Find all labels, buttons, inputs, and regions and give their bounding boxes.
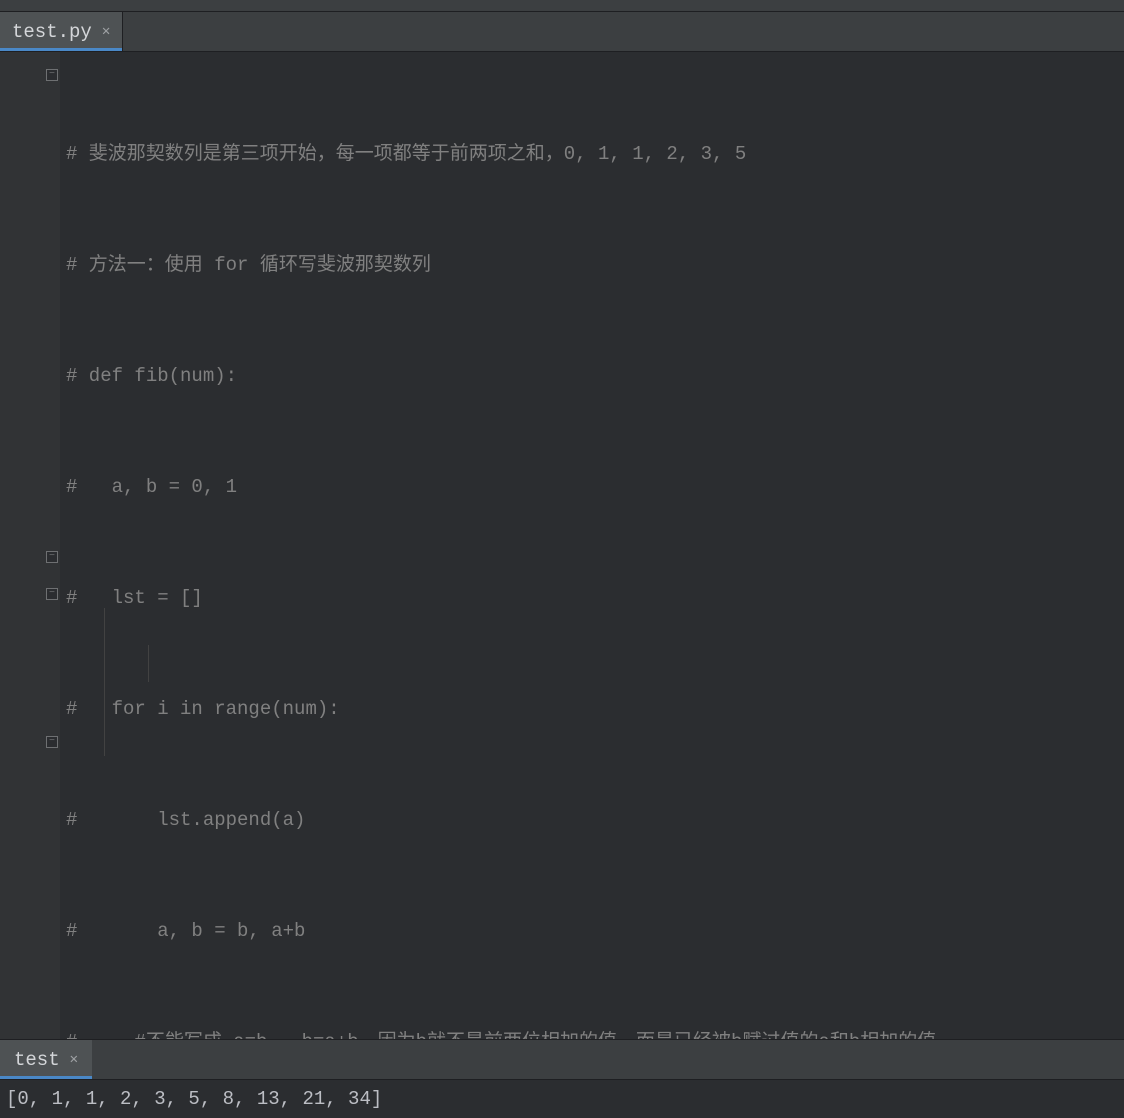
code-line: # 斐波那契数列是第三项开始，每一项都等于前两项之和，0, 1, 1, 2, 3… [66,136,1118,173]
code-line: # lst.append(a) [66,802,1118,839]
toolbar-spacer [0,0,1124,12]
fold-marker-icon[interactable]: − [46,736,58,748]
code-line: # 方法一：使用 for 循环写斐波那契数列 [66,247,1118,284]
fold-marker-icon[interactable]: − [46,588,58,600]
gutter[interactable]: − − − − [0,52,60,1039]
file-tab-label: test.py [12,21,92,43]
code-line: # a, b = 0, 1 [66,469,1118,506]
editor-tabs: test.py ✕ [0,12,1124,52]
editor-area: − − − − # 斐波那契数列是第三项开始，每一项都等于前两项之和，0, 1,… [0,52,1124,1039]
indent-guide [148,645,149,682]
code-line: # for i in range(num): [66,691,1118,728]
console-output[interactable]: [0, 1, 1, 2, 3, 5, 8, 13, 21, 34] [0,1080,1124,1118]
console-tabs: test ✕ [0,1040,1124,1080]
fold-marker-icon[interactable]: − [46,69,58,81]
console-tab-label: test [14,1049,60,1071]
indent-guide [104,608,105,756]
close-icon[interactable]: ✕ [102,23,110,40]
close-icon[interactable]: ✕ [70,1051,78,1068]
console-tab-test[interactable]: test ✕ [0,1040,92,1079]
code-line: # def fib(num): [66,358,1118,395]
code-line: # #不能写成 a=b b=a+b，因为b就不是前两位相加的值，而是已经被b赋过… [66,1024,1118,1039]
fold-marker-icon[interactable]: − [46,551,58,563]
file-tab-test-py[interactable]: test.py ✕ [0,12,123,51]
code-area[interactable]: # 斐波那契数列是第三项开始，每一项都等于前两项之和，0, 1, 1, 2, 3… [60,52,1124,1039]
code-line: # lst = [] [66,580,1118,617]
code-line: # a, b = b, a+b [66,913,1118,950]
console-area: test ✕ [0, 1, 1, 2, 3, 5, 8, 13, 21, 34] [0,1039,1124,1118]
